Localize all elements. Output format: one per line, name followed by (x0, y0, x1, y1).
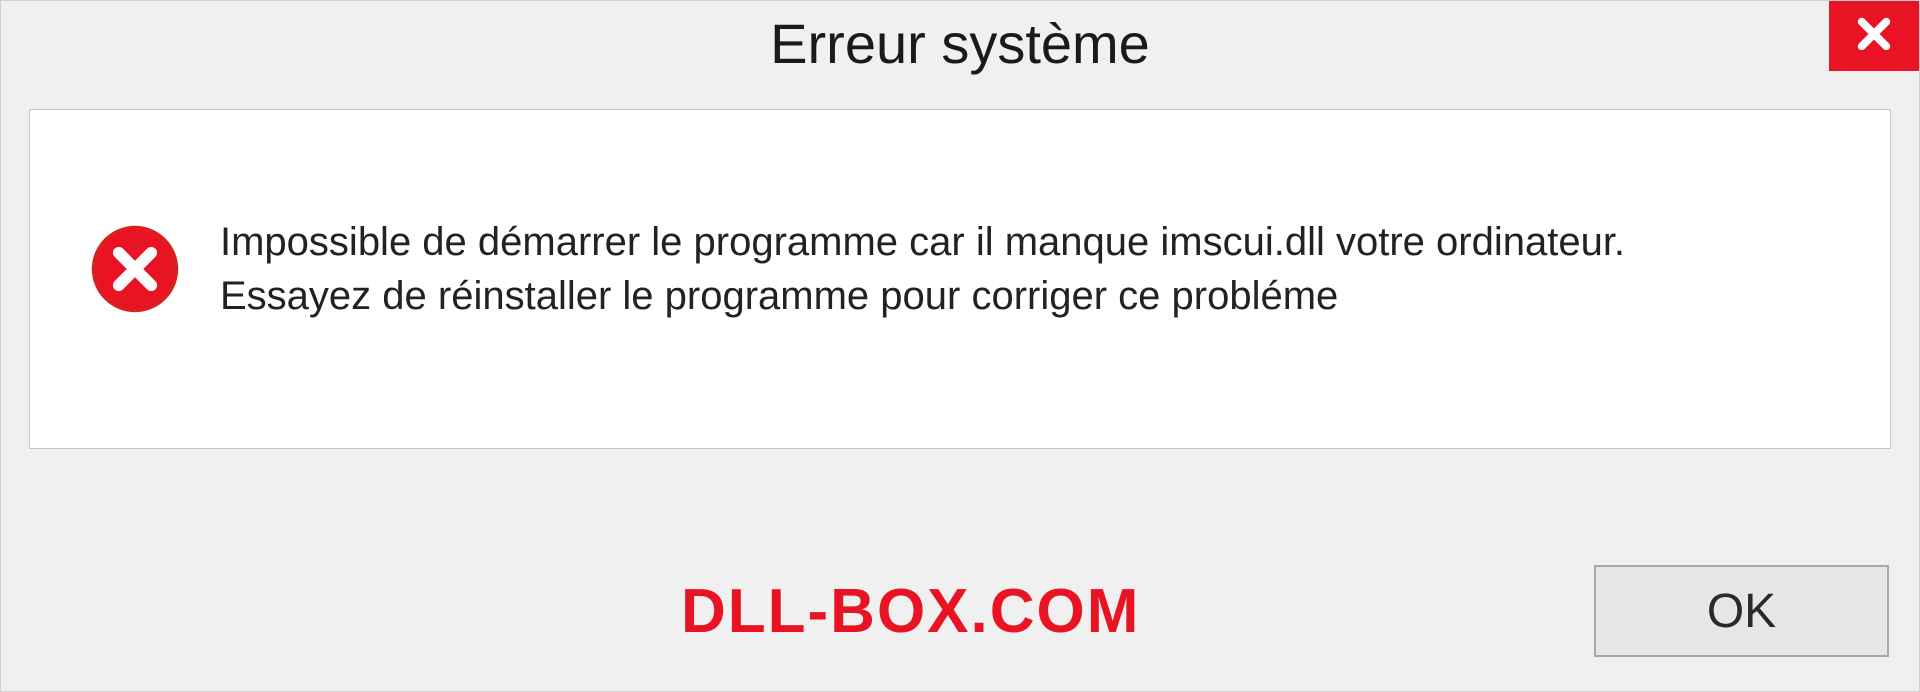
watermark-text: DLL-BOX.COM (1, 576, 1140, 647)
dialog-title: Erreur système (770, 11, 1150, 76)
close-button[interactable] (1829, 1, 1919, 71)
ok-button[interactable]: OK (1594, 565, 1889, 657)
title-bar: Erreur système (1, 1, 1919, 91)
error-dialog: Erreur système Impossible de démarrer le… (0, 0, 1920, 692)
close-icon (1853, 13, 1895, 60)
error-message: Impossible de démarrer le programme car … (220, 215, 1720, 323)
footer-area: DLL-BOX.COM OK (1, 531, 1919, 691)
error-icon (90, 224, 180, 314)
content-area: Impossible de démarrer le programme car … (29, 109, 1891, 449)
